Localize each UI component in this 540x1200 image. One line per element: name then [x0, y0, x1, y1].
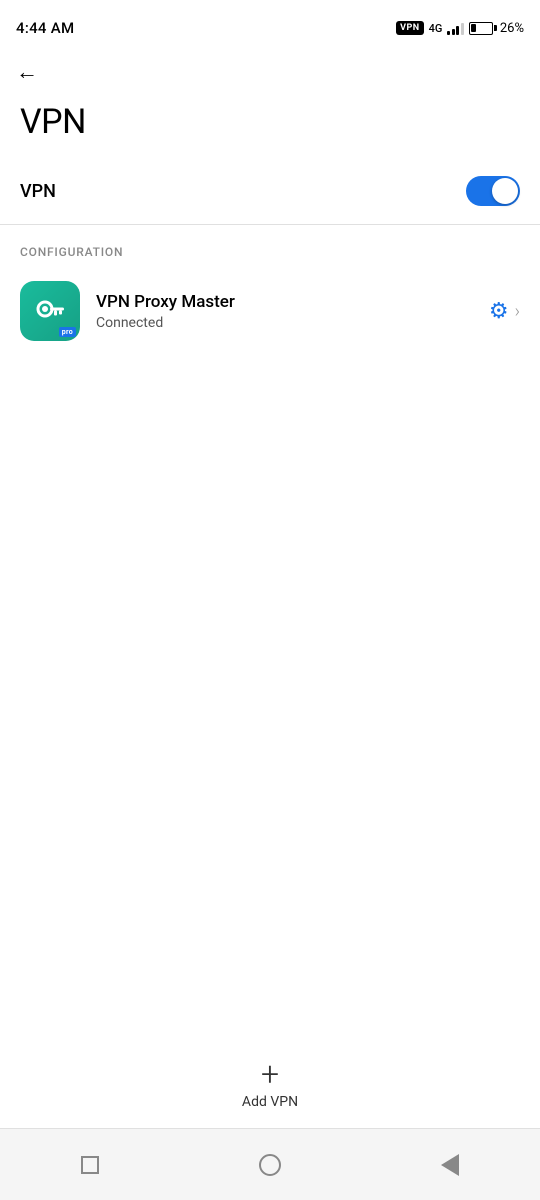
status-bar: 4:44 AM VPN 4G 26%: [0, 0, 540, 52]
vpn-item-status: Connected: [96, 315, 473, 331]
vpn-item-info: VPN Proxy Master Connected: [96, 292, 473, 331]
status-right-icons: VPN 4G 26%: [396, 21, 524, 36]
back-arrow-icon: ←: [16, 62, 38, 84]
configuration-section-label: CONFIGURATION: [0, 229, 540, 269]
vpn-toggle-row: VPN: [0, 162, 540, 220]
toggle-knob: [492, 178, 518, 204]
signal-icon: [447, 21, 464, 35]
add-vpn-container[interactable]: + Add VPN: [242, 1058, 298, 1110]
key-icon: [32, 293, 68, 329]
home-button[interactable]: [245, 1140, 295, 1190]
add-vpn-plus-icon: +: [261, 1058, 279, 1090]
vpn-item-actions: ⚙ ›: [489, 299, 520, 324]
back-button[interactable]: ←: [0, 52, 540, 94]
back-nav-button[interactable]: [425, 1140, 475, 1190]
status-time: 4:44 AM: [16, 19, 74, 37]
page-title: VPN: [0, 94, 540, 162]
divider: [0, 224, 540, 225]
chevron-right-icon: ›: [515, 301, 520, 322]
battery-percent: 26%: [500, 21, 524, 36]
gear-icon[interactable]: ⚙: [489, 299, 509, 324]
vpn-toggle-label: VPN: [20, 181, 56, 202]
recent-apps-icon: [81, 1156, 99, 1174]
add-vpn-label: Add VPN: [242, 1094, 298, 1110]
bottom-nav: [0, 1128, 540, 1200]
vpn-item-name: VPN Proxy Master: [96, 292, 473, 312]
network-type: 4G: [429, 22, 443, 35]
back-nav-icon: [441, 1154, 459, 1176]
vpn-toggle-switch[interactable]: [466, 176, 520, 206]
battery-indicator: 26%: [469, 21, 524, 36]
pro-badge: pro: [59, 327, 76, 337]
home-icon: [259, 1154, 281, 1176]
recent-apps-button[interactable]: [65, 1140, 115, 1190]
vpn-item[interactable]: pro VPN Proxy Master Connected ⚙ ›: [0, 269, 540, 353]
vpn-status-badge: VPN: [396, 21, 424, 35]
vpn-app-icon: pro: [20, 281, 80, 341]
